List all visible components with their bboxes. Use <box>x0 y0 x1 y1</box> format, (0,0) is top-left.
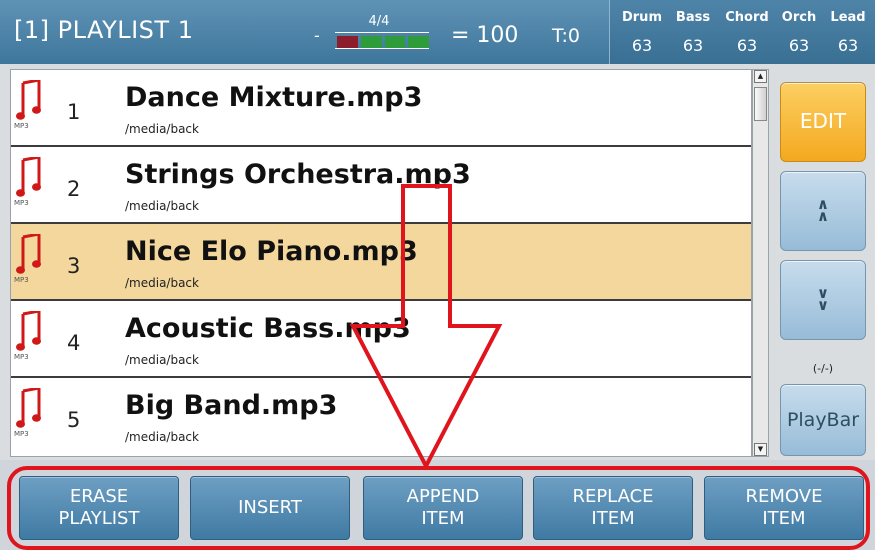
item-path: /media/back <box>125 199 199 213</box>
file-format-label: MP3 <box>14 276 29 284</box>
volume-value: 63 <box>631 36 653 55</box>
volume-value: 63 <box>837 36 859 55</box>
item-number: 4 <box>67 331 81 355</box>
music-note-icon <box>16 80 41 120</box>
item-name: Dance Mixture.mp3 <box>125 82 423 113</box>
file-format-label: MP3 <box>14 122 29 130</box>
erase-playlist-button[interactable]: ERASE PLAYLIST <box>19 476 179 540</box>
volume-label: Orch <box>781 10 817 25</box>
beat-block-4 <box>408 36 429 48</box>
item-path: /media/back <box>125 353 199 367</box>
move-up-button[interactable]: ∧ ∧ <box>780 171 866 251</box>
item-name: Acoustic Bass.mp3 <box>125 313 411 344</box>
volume-label: Bass <box>675 10 711 25</box>
list-item[interactable]: MP3 1 Dance Mixture.mp3/media/back <box>11 70 751 147</box>
item-number: 5 <box>67 408 81 432</box>
position-indicator: (-/-) <box>812 362 834 375</box>
music-note-icon <box>16 388 41 428</box>
tempo-display: = 100 <box>451 23 519 48</box>
scroll-up-arrow-icon[interactable]: ▲ <box>754 70 767 83</box>
music-note-icon <box>16 311 41 351</box>
scroll-down-arrow-icon[interactable]: ▼ <box>754 443 767 456</box>
music-note-icon <box>16 234 41 274</box>
playbar-button[interactable]: PlayBar <box>780 384 866 456</box>
file-format-label: MP3 <box>14 430 29 438</box>
button-label-line1: REMOVE <box>745 486 823 507</box>
button-label-line2: ITEM <box>421 508 465 529</box>
item-path: /media/back <box>125 276 199 290</box>
append-item-button[interactable]: APPEND ITEM <box>363 476 523 540</box>
button-label-line2: ITEM <box>591 508 635 529</box>
move-down-button[interactable]: ∨ ∨ <box>780 260 866 340</box>
header-bar: [1] PLAYLIST 1 - 4/4 = 100 T:0 Drum 63 B… <box>0 0 875 64</box>
list-item[interactable]: MP3 3 Nice Elo Piano.mp3/media/back <box>11 224 751 301</box>
remove-item-button[interactable]: REMOVE ITEM <box>704 476 864 540</box>
button-label-line1: APPEND <box>406 486 480 507</box>
scroll-thumb[interactable] <box>754 87 767 121</box>
time-signature: 4/4 <box>368 14 390 29</box>
list-item[interactable]: MP3 4 Acoustic Bass.mp3/media/back <box>11 301 751 378</box>
volume-panel: Drum 63 Bass 63 Chord 63 Orch 63 Lead 63 <box>609 0 875 64</box>
button-label-line1: ERASE <box>69 486 129 507</box>
volume-value: 63 <box>736 36 758 55</box>
list-scrollbar[interactable]: ▲ ▼ <box>752 69 769 457</box>
meter-divider <box>335 32 429 33</box>
button-label-line2: ITEM <box>762 508 806 529</box>
volume-value: 63 <box>788 36 810 55</box>
volume-label: Drum <box>621 10 662 25</box>
item-name: Nice Elo Piano.mp3 <box>125 236 418 267</box>
file-format-label: MP3 <box>14 199 29 207</box>
beat-meter: 4/4 <box>327 14 431 49</box>
beat-blocks <box>337 36 429 48</box>
item-path: /media/back <box>125 430 199 444</box>
volume-value: 63 <box>682 36 704 55</box>
chevron-up-icon: ∧ <box>816 207 830 225</box>
item-number: 2 <box>67 177 81 201</box>
button-label-line2: PLAYLIST <box>58 508 140 529</box>
transpose-display: T:0 <box>552 25 581 47</box>
item-name: Big Band.mp3 <box>125 390 338 421</box>
chevron-down-icon: ∨ <box>816 296 830 314</box>
item-path: /media/back <box>125 122 199 136</box>
beat-block-2 <box>360 36 382 48</box>
meter-baseline <box>335 48 429 49</box>
button-label-line1: INSERT <box>238 497 302 518</box>
music-note-icon <box>16 157 41 197</box>
edit-button[interactable]: EDIT <box>780 82 866 162</box>
playlist-title: [1] PLAYLIST 1 <box>14 16 194 44</box>
item-name: Strings Orchestra.mp3 <box>125 159 471 190</box>
button-label-line1: REPLACE <box>572 486 654 507</box>
item-number: 1 <box>67 100 81 124</box>
beat-block-3 <box>384 36 406 48</box>
playlist-list: MP3 1 Dance Mixture.mp3/media/back MP3 2 Stri… <box>10 69 752 457</box>
meter-dash: - <box>314 26 320 45</box>
file-format-label: MP3 <box>14 353 29 361</box>
replace-item-button[interactable]: REPLACE ITEM <box>533 476 693 540</box>
list-item[interactable]: MP3 5 Big Band.mp3/media/back <box>11 378 751 455</box>
insert-button[interactable]: INSERT <box>190 476 350 540</box>
list-item[interactable]: MP3 2 Strings Orchestra.mp3/media/back <box>11 147 751 224</box>
volume-label: Lead <box>830 10 866 25</box>
beat-block-1 <box>337 36 358 48</box>
item-number: 3 <box>67 254 81 278</box>
volume-label: Chord <box>725 10 769 25</box>
